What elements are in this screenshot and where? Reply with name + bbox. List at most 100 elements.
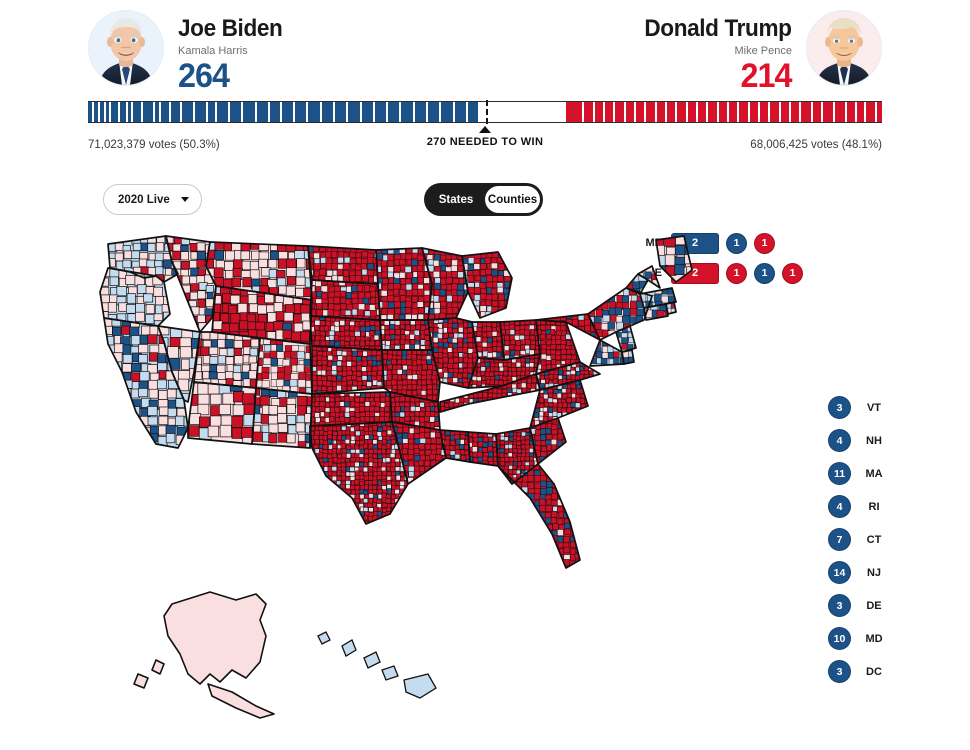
county[interactable] [563, 546, 570, 554]
county[interactable] [148, 388, 159, 399]
county[interactable] [336, 366, 343, 372]
county[interactable] [158, 415, 169, 426]
county[interactable] [359, 340, 366, 347]
county[interactable] [425, 438, 432, 445]
county[interactable] [387, 302, 395, 309]
county[interactable] [434, 282, 441, 290]
county[interactable] [361, 360, 368, 367]
county[interactable] [555, 325, 562, 332]
county[interactable] [296, 364, 305, 373]
county[interactable] [268, 433, 278, 444]
county[interactable] [319, 320, 326, 326]
county[interactable] [321, 303, 329, 310]
county[interactable] [542, 407, 548, 413]
county[interactable] [411, 295, 418, 303]
year-dropdown[interactable]: 2020 Live [103, 184, 202, 215]
county[interactable] [331, 275, 338, 282]
county[interactable] [364, 448, 370, 454]
county[interactable] [621, 337, 629, 344]
county[interactable] [423, 294, 430, 302]
county[interactable] [363, 462, 369, 467]
county[interactable] [239, 320, 249, 330]
county[interactable] [179, 346, 192, 359]
county[interactable] [359, 475, 365, 480]
county[interactable] [551, 429, 558, 435]
county[interactable] [285, 285, 296, 297]
county[interactable] [636, 308, 644, 317]
county[interactable] [362, 297, 370, 305]
county[interactable] [315, 280, 322, 287]
county[interactable] [463, 397, 470, 403]
county[interactable] [231, 427, 243, 439]
county[interactable] [376, 375, 382, 381]
county[interactable] [571, 397, 577, 403]
county[interactable] [276, 344, 284, 352]
county[interactable] [190, 283, 200, 292]
county[interactable] [508, 448, 514, 453]
county[interactable] [552, 411, 558, 417]
county[interactable] [548, 374, 554, 380]
county[interactable] [406, 378, 412, 385]
county[interactable] [434, 254, 441, 261]
county[interactable] [448, 401, 455, 408]
county[interactable] [467, 342, 474, 348]
county[interactable] [509, 334, 515, 341]
county[interactable] [147, 334, 158, 344]
county[interactable] [376, 511, 382, 517]
county[interactable] [366, 365, 372, 372]
county[interactable] [442, 322, 449, 329]
county[interactable] [427, 364, 433, 370]
county[interactable] [402, 426, 409, 433]
county[interactable] [283, 351, 292, 359]
county[interactable] [351, 374, 358, 381]
county[interactable] [528, 460, 534, 466]
county[interactable] [395, 406, 401, 412]
county[interactable] [275, 311, 286, 321]
county[interactable] [103, 325, 113, 335]
county[interactable] [138, 354, 148, 364]
county[interactable] [314, 439, 320, 445]
county[interactable] [545, 428, 552, 435]
county[interactable] [361, 251, 369, 258]
county[interactable] [540, 353, 547, 360]
county[interactable] [385, 334, 392, 341]
county[interactable] [395, 453, 401, 460]
county[interactable] [508, 324, 515, 331]
county[interactable] [396, 350, 403, 356]
county[interactable] [312, 380, 318, 386]
county[interactable] [328, 335, 335, 341]
county[interactable] [261, 371, 270, 380]
county[interactable] [480, 276, 488, 283]
county[interactable] [331, 263, 339, 270]
county[interactable] [286, 267, 297, 277]
county[interactable] [389, 329, 395, 335]
county[interactable] [359, 435, 365, 441]
county[interactable] [392, 374, 399, 381]
county[interactable] [264, 293, 275, 304]
county[interactable] [600, 357, 608, 365]
county[interactable] [416, 265, 424, 272]
county[interactable] [327, 386, 333, 392]
county[interactable] [539, 383, 545, 388]
county[interactable] [674, 264, 685, 276]
county[interactable] [361, 366, 368, 372]
county[interactable] [517, 448, 522, 454]
county[interactable] [148, 352, 158, 362]
county[interactable] [476, 331, 483, 337]
county[interactable] [551, 511, 558, 518]
county[interactable] [550, 517, 557, 524]
county[interactable] [385, 443, 391, 449]
county[interactable] [540, 360, 547, 367]
county[interactable] [480, 263, 487, 270]
county[interactable] [295, 287, 305, 298]
county[interactable] [510, 339, 516, 345]
county[interactable] [148, 379, 158, 391]
county[interactable] [476, 346, 483, 352]
county[interactable] [372, 439, 378, 445]
county[interactable] [337, 430, 343, 436]
county[interactable] [199, 416, 210, 428]
county[interactable] [411, 277, 418, 284]
county[interactable] [433, 302, 441, 309]
county[interactable] [500, 461, 505, 466]
county[interactable] [491, 293, 498, 301]
